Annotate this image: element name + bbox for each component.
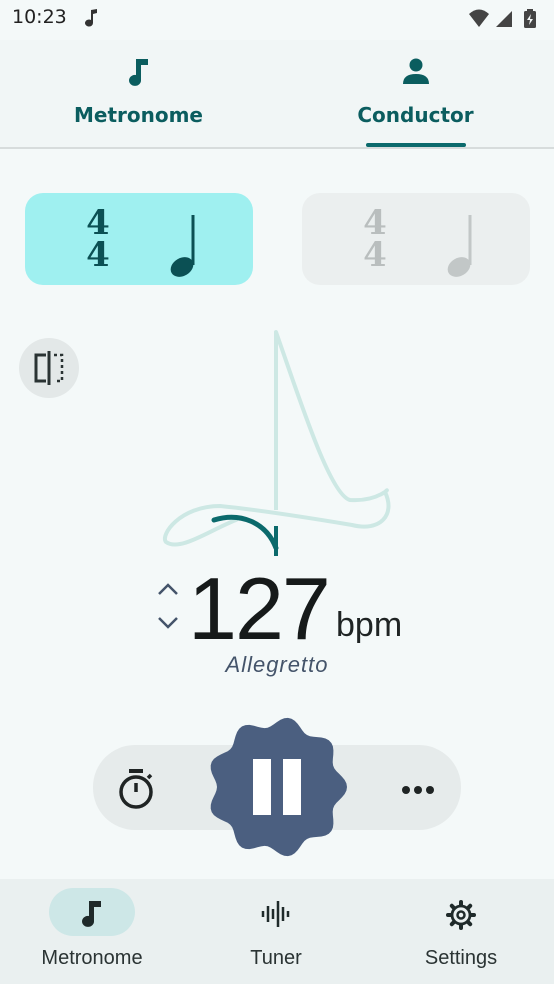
tab-selected-indicator [366, 143, 466, 147]
nav-settings[interactable]: Settings [369, 879, 553, 984]
nav-metronome[interactable]: Metronome [0, 879, 184, 984]
bottom-navigation: Metronome Tuner Settings [0, 879, 554, 984]
status-bar: 10:23 [0, 0, 554, 40]
gear-icon [445, 899, 477, 935]
flip-icon [34, 351, 64, 385]
wifi-icon [469, 9, 489, 27]
scalloped-button-shape [210, 717, 347, 857]
tab-conductor-label: Conductor [357, 103, 474, 127]
status-icons [468, 8, 544, 34]
quarter-note-icon [167, 213, 201, 283]
top-tab-bar: Metronome Conductor [0, 40, 554, 149]
music-note-icon [127, 56, 151, 92]
signal-icon [496, 11, 512, 27]
flip-layout-button[interactable] [19, 338, 79, 398]
status-time: 10:23 [12, 6, 67, 28]
nav-tuner[interactable]: Tuner [184, 879, 368, 984]
tempo-decrease-button[interactable] [156, 614, 180, 636]
bpm-value[interactable]: 127 [188, 558, 331, 660]
tab-metronome-label: Metronome [73, 103, 203, 127]
time-signature: 4 4 [362, 206, 388, 275]
person-icon [401, 56, 431, 90]
more-options-button[interactable] [392, 770, 444, 810]
conductor-beat-path [140, 320, 400, 574]
nav-metronome-label: Metronome [41, 947, 143, 969]
time-signature: 4 4 [85, 206, 111, 275]
tempo-marking: Allegretto [225, 652, 329, 677]
ts-denominator: 4 [363, 235, 387, 275]
ts-denominator: 4 [86, 235, 110, 275]
nav-settings-label: Settings [424, 947, 498, 969]
chevron-down-icon [158, 617, 178, 629]
music-note-icon [84, 8, 100, 32]
quarter-note-icon [444, 213, 478, 283]
time-signature-card[interactable]: 4 4 [302, 193, 530, 285]
tab-metronome[interactable]: Metronome [0, 40, 277, 147]
play-pause-button[interactable] [206, 716, 348, 858]
more-horiz-icon [402, 786, 434, 794]
battery-icon [524, 9, 536, 28]
tempo-increase-button[interactable] [156, 580, 180, 602]
waveform-icon [260, 899, 292, 933]
timer-button[interactable] [110, 763, 162, 815]
nav-tuner-label: Tuner [250, 947, 302, 969]
bpm-unit: bpm [336, 606, 403, 644]
time-signature-card-active[interactable]: 4 4 [25, 193, 253, 285]
chevron-up-icon [158, 583, 178, 595]
stopwatch-icon [119, 769, 153, 809]
tab-conductor[interactable]: Conductor [277, 40, 554, 147]
music-note-icon [80, 899, 104, 933]
